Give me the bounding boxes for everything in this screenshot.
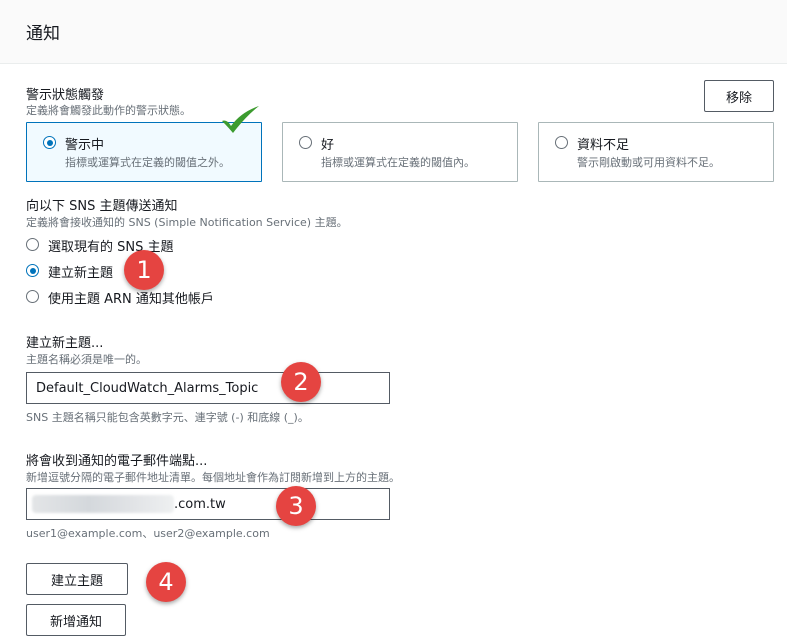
create-topic-button[interactable]: 建立主題 [26,563,128,595]
sns-option-new-topic[interactable]: 建立新主題 [26,262,326,281]
option-description: 警示剛啟動或可用資料不足。 [577,156,720,169]
sns-label: 向以下 SNS 主題傳送通知 [26,199,178,214]
section-title: 通知 [26,24,60,44]
step-badge-3: 3 [276,486,316,526]
email-label: 將會收到通知的電子郵件端點... [26,454,208,469]
new-topic-label: 建立新主題... [26,336,104,351]
email-input-value: .com.tw [174,496,226,512]
option-label: 使用主題 ARN 通知其他帳戶 [48,292,214,307]
checkmark-icon [222,106,259,133]
topic-name-hint: SNS 主題名稱只能包含英數字元、連字號 (-) 和底線 (_)。 [26,411,309,424]
add-notification-button[interactable]: 新增通知 [26,604,126,636]
sns-description: 定義將會接收通知的 SNS (Simple Notification Servi… [26,216,348,229]
alarm-state-option-ok[interactable]: 好 指標或運算式在定義的閾值內。 [282,122,518,182]
option-title: 好 [321,138,335,153]
section-header: 通知 [0,0,787,64]
radio-in-alarm[interactable] [43,136,56,149]
radio-insufficient-data[interactable] [555,136,568,149]
step-badge-4: 4 [146,562,186,602]
email-hint: user1@example.com、user2@example.com [26,527,270,540]
step-badge-2: 2 [281,362,321,402]
radio-new-topic[interactable] [26,264,39,277]
redacted-text [32,495,174,513]
sns-option-arn[interactable]: 使用主題 ARN 通知其他帳戶 [26,288,326,307]
sns-option-existing[interactable]: 選取現有的 SNS 主題 [26,236,326,255]
step-badge-1: 1 [124,250,164,290]
remove-button[interactable]: 移除 [704,80,774,112]
new-topic-description: 主題名稱必須是唯一的。 [26,353,147,366]
email-description: 新增逗號分隔的電子郵件地址清單。每個地址會作為訂閱新增到上方的主題。 [26,471,400,484]
alarm-state-description: 定義將會觸發此動作的警示狀態。 [26,104,191,117]
radio-topic-arn[interactable] [26,290,39,303]
topic-name-input[interactable]: Default_CloudWatch_Alarms_Topic [26,372,390,404]
option-label: 建立新主題 [48,266,114,281]
alarm-state-option-insufficient-data[interactable]: 資料不足 警示剛啟動或可用資料不足。 [538,122,774,182]
option-description: 指標或運算式在定義的閾值之外。 [65,156,230,169]
radio-ok[interactable] [299,136,312,149]
option-title: 資料不足 [577,138,630,153]
option-description: 指標或運算式在定義的閾值內。 [321,156,475,169]
option-title: 警示中 [65,138,105,153]
alarm-state-label: 警示狀態觸發 [26,88,105,103]
radio-existing-topic[interactable] [26,238,39,251]
email-input[interactable]: .com.tw [26,488,390,520]
